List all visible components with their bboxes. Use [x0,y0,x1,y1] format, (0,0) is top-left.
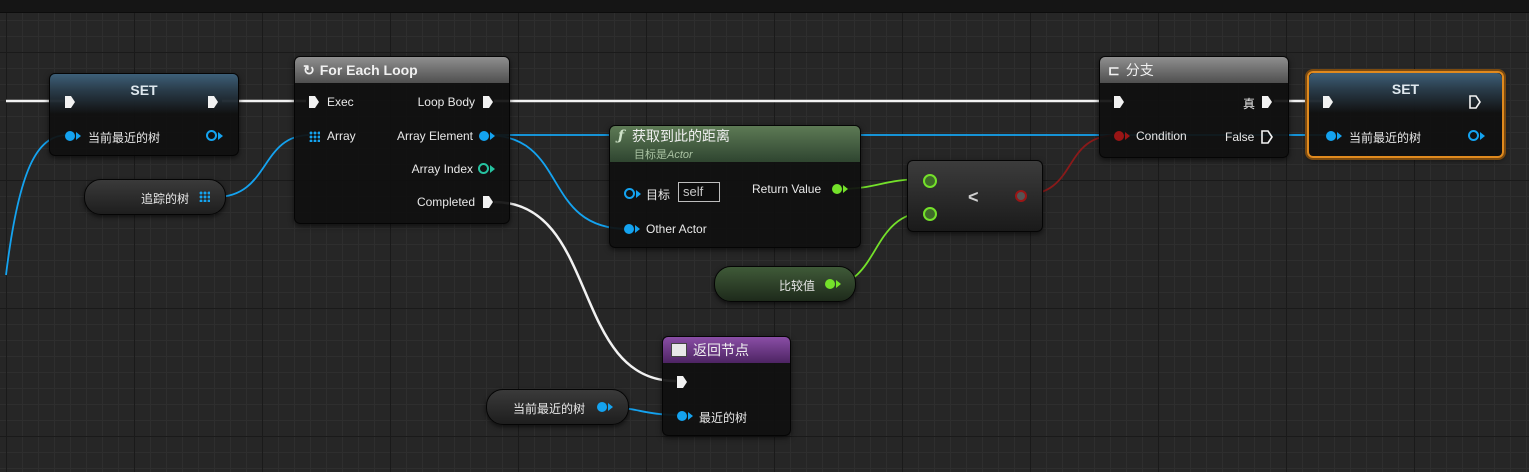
set-left-var-out-pin[interactable] [206,130,217,141]
distance-title: 获取到此的距离 [632,128,731,144]
get-distance-node[interactable]: ƒ 获取到此的距离 目标是Actor 目标 self Return Value … [609,125,861,248]
branch-condition-label: Condition [1136,129,1187,143]
set-node-left[interactable]: SET 当前最近的树 [49,73,239,156]
less-operator-label: < [968,187,979,207]
distance-target-label: 目标 [646,188,671,202]
set-right-exec-out-pin[interactable] [1469,95,1481,109]
return-header: 返回节点 [663,337,790,363]
distance-subtitle: 目标是Actor [618,146,693,162]
pin-arrow-icon [636,190,641,198]
return-output-pin[interactable] [677,411,687,421]
return-title: 返回节点 [693,342,749,358]
distance-return-pin[interactable] [832,184,842,194]
return-node-icon [671,343,687,357]
var-node-tracked-trees[interactable]: 追踪的树 [84,179,226,215]
loop-array-element-pin[interactable] [479,131,489,141]
branch-exec-in-pin[interactable] [1114,96,1124,108]
branch-condition-pin[interactable] [1114,131,1124,141]
less-than-node[interactable]: < [907,160,1043,232]
nearest-var-label: 当前最近的树 [513,402,586,416]
distance-subtitle-class: Actor [667,149,693,161]
branch-title: 分支 [1125,62,1154,78]
distance-header: ƒ 获取到此的距离 目标是Actor [610,126,860,162]
pin-arrow-icon [1337,132,1342,140]
pin-arrow-icon [76,132,81,140]
set-right-var-in-pin[interactable] [1326,131,1336,141]
pin-arrow-icon [218,132,223,140]
set-right-var-out-pin[interactable] [1468,130,1479,141]
distance-target-input[interactable]: self [678,182,720,202]
loop-body-label: Loop Body [417,95,475,109]
for-each-header: ↻ For Each Loop [295,57,509,83]
loop-icon: ↻ [303,61,315,78]
object-wire-left-in [5,134,69,276]
branch-header: ⊏ 分支 [1100,57,1288,83]
pin-arrow-icon [688,412,693,420]
pin-arrow-icon [490,165,495,173]
return-output-label: 最近的树 [699,411,748,425]
pin-arrow-icon [843,185,848,193]
set-node-left-title: SET [50,74,238,114]
branch-false-label: False [1225,130,1255,144]
branch-true-label: 真 [1243,97,1256,111]
loop-array-pin[interactable] [309,131,320,142]
loop-completed-label: Completed [416,195,475,209]
nearest-var-out-pin[interactable] [597,402,607,412]
distance-other-actor-label: Other Actor [646,222,707,236]
pin-arrow-icon [1125,132,1130,140]
compare-var-out-pin[interactable] [825,279,835,289]
less-input-b-pin[interactable] [923,207,937,221]
distance-other-actor-pin[interactable] [624,224,634,234]
var-node-compare-value[interactable]: 比较值 [714,266,856,302]
array-grid-icon[interactable] [199,191,210,202]
set-node-right[interactable]: SET 当前最近的树 [1307,71,1504,158]
pin-arrow-icon [608,403,613,411]
return-exec-in-pin[interactable] [677,376,687,388]
loop-array-index-pin[interactable] [478,163,489,174]
branch-true-pin[interactable] [1262,96,1272,108]
loop-array-element-label: Array Element [396,129,473,143]
distance-return-label: Return Value [752,182,822,196]
tracked-var-label: 追踪的树 [141,192,190,206]
return-node[interactable]: 返回节点 最近的树 [662,336,791,436]
pin-arrow-icon [635,225,640,233]
loop-exec-in-pin[interactable] [309,96,319,108]
loop-exec-label: Exec [327,95,354,109]
less-input-a-pin[interactable] [923,174,937,188]
loop-completed-pin[interactable] [483,196,493,208]
var-node-current-nearest[interactable]: 当前最近的树 [486,389,629,425]
compare-var-label: 比较值 [779,279,816,293]
loop-body-pin[interactable] [483,96,493,108]
pin-arrow-icon [836,280,841,288]
for-each-title: For Each Loop [319,62,418,78]
branch-node[interactable]: ⊏ 分支 真 Condition False [1099,56,1289,158]
set-left-var-label: 当前最近的树 [88,131,161,145]
set-left-var-in-pin[interactable] [65,131,75,141]
set-right-var-label: 当前最近的树 [1349,131,1422,145]
loop-array-index-label: Array Index [411,162,473,176]
distance-target-pin[interactable] [624,188,635,199]
for-each-loop-node[interactable]: ↻ For Each Loop Exec Array Loop Body Arr… [294,56,510,224]
less-output-pin[interactable] [1015,190,1027,202]
branch-false-pin[interactable] [1261,130,1273,144]
pin-arrow-icon [1480,132,1485,140]
pin-arrow-icon [490,132,495,140]
loop-array-label: Array [327,129,356,143]
branch-icon: ⊏ [1108,61,1120,78]
distance-subtitle-prefix: 目标是 [634,149,667,161]
function-icon: ƒ [618,128,625,144]
